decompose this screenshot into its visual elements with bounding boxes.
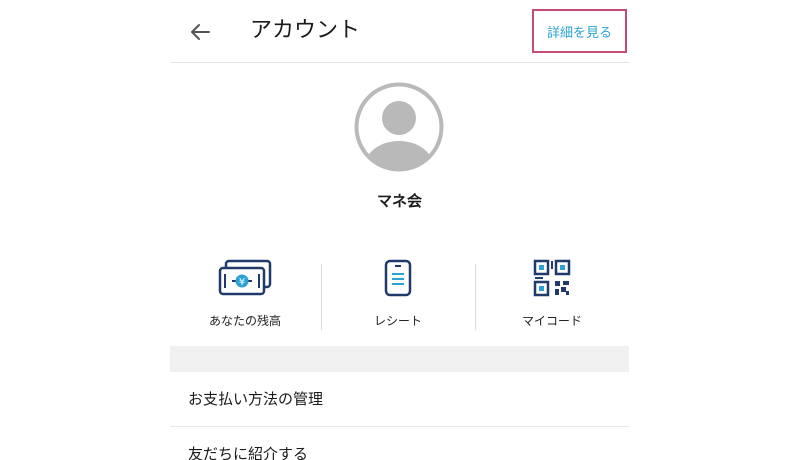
menu-item-label: お支払い方法の管理 [188, 390, 324, 408]
menu-item-label: 友だちに紹介する [188, 445, 309, 460]
section-divider [170, 346, 629, 372]
receipt-icon [384, 259, 412, 297]
divider [321, 264, 322, 330]
shortcut-label: あなたの残高 [208, 314, 281, 328]
arrow-left-icon [191, 24, 210, 40]
shortcut-my-code[interactable]: マイコード [477, 250, 627, 340]
divider [475, 264, 476, 330]
shortcut-receipt[interactable]: レシート [323, 250, 473, 340]
shortcut-balance[interactable]: ¥ あなたの残高 [170, 250, 320, 340]
qr-code-icon [533, 259, 571, 297]
view-details-button[interactable]: 詳細を見る [532, 9, 627, 53]
menu-item-payment-methods[interactable]: お支払い方法の管理 [170, 372, 629, 427]
page-title: アカウント [250, 18, 361, 43]
shortcut-row: ¥ あなたの残高 レシート マイコード [170, 250, 629, 340]
shortcut-label: マイコード [521, 314, 582, 328]
shortcut-label: レシート [373, 314, 422, 328]
user-name: マネ会 [376, 192, 422, 210]
account-screen: アカウント 詳細を見る マネ会 ¥ あなたの残高 レシート マイコード お支払い… [170, 0, 629, 460]
menu-item-refer-friend[interactable]: 友だちに紹介する [170, 427, 629, 460]
back-button[interactable] [184, 16, 216, 48]
yen-banknote-icon: ¥ [218, 259, 272, 296]
user-avatar-icon [354, 82, 444, 172]
app-header: アカウント 詳細を見る [170, 0, 629, 63]
avatar[interactable] [354, 82, 444, 172]
svg-text:¥: ¥ [239, 277, 245, 288]
